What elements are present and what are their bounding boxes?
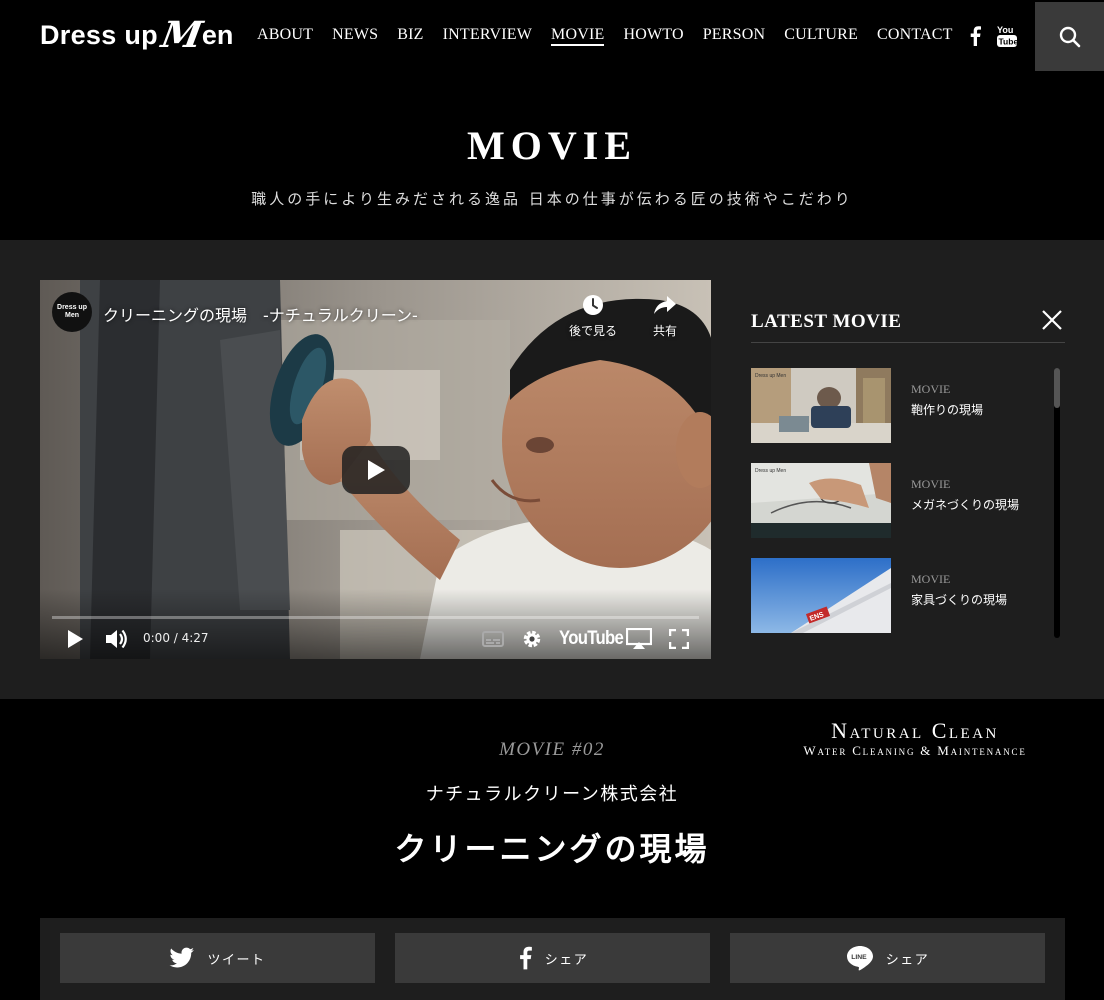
latest-item-bag[interactable]: Dress up Men MOVIE 鞄作りの現場 xyxy=(751,368,1051,443)
logo-script-letter: M xyxy=(158,14,206,56)
nav-contact[interactable]: CONTACT xyxy=(877,26,953,46)
latest-scroll-track[interactable] xyxy=(1054,368,1060,638)
latest-item-title: メガネづくりの現場 xyxy=(911,498,1020,512)
fullscreen-button[interactable] xyxy=(666,626,692,652)
volume-button[interactable] xyxy=(104,626,130,652)
page-title: MOVIE xyxy=(467,123,637,168)
nav-interview[interactable]: INTERVIEW xyxy=(443,26,532,46)
latest-item-title: 家具づくりの現場 xyxy=(911,593,1008,607)
close-icon xyxy=(1042,310,1062,330)
channel-avatar[interactable]: Dress up Men xyxy=(52,292,92,332)
play-icon xyxy=(68,630,83,648)
logo-text: Dress up xyxy=(40,19,158,50)
fullscreen-icon xyxy=(669,629,689,649)
progress-bar[interactable] xyxy=(52,616,699,619)
svg-text:Tube: Tube xyxy=(999,37,1018,47)
facebook-icon[interactable] xyxy=(968,26,982,46)
site-header: Dress up M en ABOUT NEWS BIZ INTERVIEW M… xyxy=(0,0,1104,72)
latest-item-glasses[interactable]: Dress up Men MOVIE メガネづくりの現場 xyxy=(751,463,1051,538)
main-nav: ABOUT NEWS BIZ INTERVIEW MOVIE HOWTO PER… xyxy=(257,0,953,72)
site-logo[interactable]: Dress up M en xyxy=(40,14,233,56)
youtube-logo[interactable]: YouTube xyxy=(559,628,624,650)
search-icon xyxy=(1059,26,1080,47)
page-subtitle: 職人の手により生みだされる逸品 日本の仕事が伝わる匠の技術やこだわり xyxy=(251,190,853,208)
svg-text:You: You xyxy=(997,25,1013,35)
volume-icon xyxy=(106,629,127,649)
logo-script-rest: en xyxy=(201,19,234,50)
twitter-icon xyxy=(169,947,195,968)
thumbnail-bag-workshop: Dress up Men xyxy=(751,368,891,443)
facebook-icon xyxy=(519,946,532,970)
latest-item-category: MOVIE xyxy=(911,382,951,396)
subtitles-icon xyxy=(482,631,504,647)
tweet-button[interactable]: ツイート xyxy=(60,933,375,983)
airplay-button[interactable] xyxy=(625,626,653,652)
latest-movie-heading: LATEST MOVIE xyxy=(751,311,902,332)
latest-item-furniture[interactable]: ENS MOVIE 家具づくりの現場 xyxy=(751,558,1051,633)
line-icon: LINE xyxy=(846,946,873,971)
time-display: 0:00 / 4:27 xyxy=(143,631,209,645)
facebook-share-label: シェア xyxy=(544,952,589,968)
tweet-label: ツイート xyxy=(207,952,266,968)
nav-howto[interactable]: HOWTO xyxy=(623,26,683,46)
latest-movie-list: Dress up Men MOVIE 鞄作りの現場 Dress up Men M… xyxy=(751,368,1051,638)
play-icon xyxy=(368,460,385,480)
big-play-button[interactable] xyxy=(342,446,410,494)
movie-number: MOVIE #02 xyxy=(499,739,605,760)
watch-later-label: 後で見る xyxy=(568,324,617,338)
subtitles-button[interactable] xyxy=(480,626,506,652)
gear-icon xyxy=(523,630,541,648)
thumbnail-glasses-workshop: Dress up Men xyxy=(751,463,891,538)
line-share-label: シェア xyxy=(885,952,930,968)
facebook-share-button[interactable]: シェア xyxy=(395,933,710,983)
latest-divider xyxy=(751,342,1065,343)
video-player[interactable]: Dress up Men クリーニングの現場 -ナチュラルクリーン- 後で見る … xyxy=(40,280,711,659)
share-video-label: 共有 xyxy=(652,324,677,338)
svg-text:LINE: LINE xyxy=(851,954,867,961)
svg-text:Dress up Men: Dress up Men xyxy=(755,468,786,474)
clock-icon xyxy=(583,295,603,315)
youtube-icon[interactable]: You Tube xyxy=(997,24,1018,48)
nav-culture[interactable]: CULTURE xyxy=(784,26,858,46)
nav-person[interactable]: PERSON xyxy=(703,26,766,46)
video-title[interactable]: クリーニングの現場 -ナチュラルクリーン- xyxy=(103,302,418,326)
share-arrow-icon xyxy=(654,296,676,314)
airplay-icon xyxy=(626,628,652,649)
latest-item-title: 鞄作りの現場 xyxy=(911,403,984,417)
latest-item-category: MOVIE xyxy=(911,572,951,586)
share-video-button[interactable]: 共有 xyxy=(630,294,700,339)
play-button[interactable] xyxy=(62,626,88,652)
svg-text:Dress up Men: Dress up Men xyxy=(755,373,786,379)
watch-later-button[interactable]: 後で見る xyxy=(558,294,628,339)
settings-button[interactable] xyxy=(519,626,545,652)
latest-item-category: MOVIE xyxy=(911,477,951,491)
nav-biz[interactable]: BIZ xyxy=(397,26,423,46)
company-name: ナチュラルクリーン株式会社 xyxy=(425,784,679,805)
nav-movie[interactable]: MOVIE xyxy=(551,26,605,46)
nav-news[interactable]: NEWS xyxy=(332,26,378,46)
latest-scroll-thumb[interactable] xyxy=(1054,368,1060,408)
line-share-button[interactable]: LINE シェア xyxy=(730,933,1045,983)
nav-about[interactable]: ABOUT xyxy=(257,26,313,46)
thumbnail-furniture-building: ENS xyxy=(751,558,891,633)
movie-title: クリーニングの現場 xyxy=(394,830,710,868)
search-button[interactable] xyxy=(1035,2,1104,71)
latest-close-button[interactable] xyxy=(1040,308,1064,332)
